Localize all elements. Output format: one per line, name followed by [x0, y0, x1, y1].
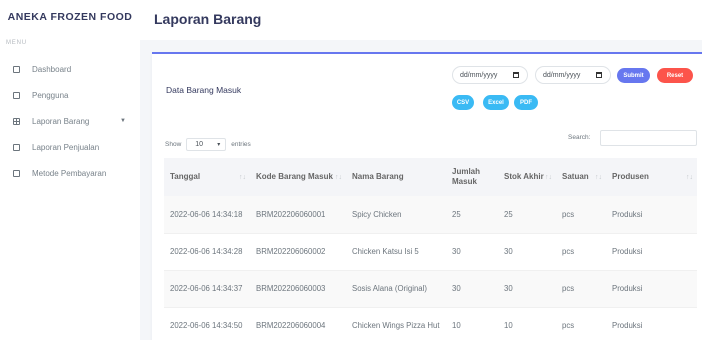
- column-header-kode-barang-masuk[interactable]: Kode Barang Masuk ↑↓: [250, 158, 346, 196]
- show-label: Show: [165, 141, 182, 148]
- table-row: 2022-06-06 14:34:50 BRM202206060004 Chic…: [164, 307, 697, 340]
- cell-satuan: pcs: [562, 284, 575, 293]
- chevron-down-icon: ▾: [217, 142, 221, 148]
- sidebar-item-label: Pengguna: [32, 90, 69, 100]
- entries-control: Show 10 ▾ entries: [165, 138, 251, 151]
- square-icon: [13, 65, 20, 73]
- cell-jumlah: 30: [452, 247, 461, 256]
- cell-kode: BRM202206060003: [256, 284, 326, 293]
- square-icon: [13, 169, 20, 177]
- cell-nama: Chicken Katsu Isi 5: [352, 247, 419, 256]
- table-row: 2022-06-06 14:34:37 BRM202206060003 Sosi…: [164, 270, 697, 307]
- cell-kode: BRM202206060002: [256, 247, 326, 256]
- sort-icon: ↑↓: [335, 174, 342, 181]
- cell-tanggal: 2022-06-06 14:34:37: [170, 284, 243, 293]
- sort-icon: ↑↓: [595, 174, 602, 181]
- column-header-tanggal[interactable]: Tanggal ↑↓: [164, 158, 250, 196]
- column-header-stok-akhir[interactable]: Stok Akhir ↑↓: [498, 158, 556, 196]
- data-table: Tanggal ↑↓ Kode Barang Masuk ↑↓ Nama Baran…: [164, 158, 697, 340]
- cell-satuan: pcs: [562, 247, 575, 256]
- entries-label: entries: [231, 141, 251, 148]
- search-label: Search:: [568, 134, 591, 141]
- column-header-produsen[interactable]: Produsen ↑↓: [606, 158, 697, 196]
- sidebar-item-laporan-barang[interactable]: Laporan Barang ▼: [0, 108, 140, 134]
- column-header-jumlah-masuk[interactable]: Jumlah Masuk: [446, 158, 498, 196]
- cell-nama: Sosis Alana (Original): [352, 284, 427, 293]
- cell-stok: 30: [504, 284, 513, 293]
- cell-satuan: pcs: [562, 209, 575, 219]
- column-header-satuan[interactable]: Satuan ↑↓: [556, 158, 606, 196]
- cell-kode: BRM202206060004: [256, 321, 326, 330]
- cell-stok: 30: [504, 247, 513, 256]
- cell-produsen: Produksi: [612, 284, 643, 293]
- cell-satuan: pcs: [562, 321, 575, 330]
- table-row: 2022-06-06 14:34:18 BRM202206060001 Spic…: [164, 196, 697, 233]
- cell-tanggal: 2022-06-06 14:34:28: [170, 247, 243, 256]
- cell-tanggal: 2022-06-06 14:34:18: [170, 209, 243, 219]
- topbar: Laporan Barang: [140, 0, 702, 40]
- cell-nama: Spicy Chicken: [352, 209, 402, 219]
- sidebar-item-pengguna[interactable]: Pengguna: [0, 82, 140, 108]
- cell-kode: BRM202206060001: [256, 209, 326, 219]
- cell-nama: Chicken Wings Pizza Hut: [352, 321, 440, 330]
- cell-produsen: Produksi: [612, 209, 643, 219]
- cell-stok: 25: [504, 209, 513, 219]
- sidebar-item-label: Laporan Barang: [32, 116, 90, 126]
- sidebar-item-label: Laporan Penjualan: [32, 142, 100, 152]
- brand-logo[interactable]: ANEKA FROZEN FOOD: [0, 0, 140, 34]
- table-icon: [13, 117, 20, 125]
- square-icon: [13, 91, 20, 99]
- cell-produsen: Produksi: [612, 321, 643, 330]
- excel-button[interactable]: Excel: [483, 95, 509, 110]
- chevron-down-icon: ▼: [120, 118, 126, 124]
- table-row: 2022-06-06 14:34:28 BRM202206060002 Chic…: [164, 233, 697, 270]
- sidebar-item-label: Metode Pembayaran: [32, 168, 107, 178]
- report-card: Data Barang Masuk dd/mm/yyyy dd/mm/yyyy …: [152, 52, 702, 340]
- square-icon: [13, 143, 20, 151]
- submit-button[interactable]: Submit: [617, 68, 650, 83]
- date-from-input[interactable]: dd/mm/yyyy: [452, 66, 528, 84]
- column-header-nama-barang[interactable]: Nama Barang: [346, 158, 446, 196]
- card-title: Data Barang Masuk: [166, 85, 242, 95]
- entries-select[interactable]: 10 ▾: [186, 138, 227, 151]
- cell-stok: 10: [504, 321, 513, 330]
- page-title: Laporan Barang: [154, 11, 262, 27]
- cell-tanggal: 2022-06-06 14:34:50: [170, 321, 243, 330]
- sort-icon: ↑↓: [686, 174, 693, 181]
- calendar-icon[interactable]: [513, 72, 519, 78]
- cell-jumlah: 25: [452, 209, 461, 219]
- calendar-icon[interactable]: [596, 72, 602, 78]
- csv-button[interactable]: CSV: [452, 95, 474, 110]
- sidebar-item-laporan-penjualan[interactable]: Laporan Penjualan: [0, 134, 140, 160]
- sidebar-item-dashboard[interactable]: Dashboard: [0, 56, 140, 82]
- sidebar-item-metode-pembayaran[interactable]: Metode Pembayaran: [0, 160, 140, 186]
- sidebar: ANEKA FROZEN FOOD MENU Dashboard Penggun…: [0, 0, 140, 340]
- pdf-button[interactable]: PDF: [514, 95, 538, 110]
- sidebar-item-label: Dashboard: [32, 64, 72, 74]
- cell-produsen: Produksi: [612, 247, 643, 256]
- cell-jumlah: 30: [452, 284, 461, 293]
- cell-jumlah: 10: [452, 321, 461, 330]
- search-input[interactable]: [600, 130, 697, 146]
- sort-icon: ↑↓: [239, 174, 246, 181]
- table-header-row: Tanggal ↑↓ Kode Barang Masuk ↑↓ Nama Baran…: [164, 158, 697, 196]
- date-to-input[interactable]: dd/mm/yyyy: [535, 66, 611, 84]
- menu-header: MENU: [6, 40, 27, 46]
- reset-button[interactable]: Reset: [657, 68, 693, 83]
- sort-icon: ↑↓: [545, 174, 552, 181]
